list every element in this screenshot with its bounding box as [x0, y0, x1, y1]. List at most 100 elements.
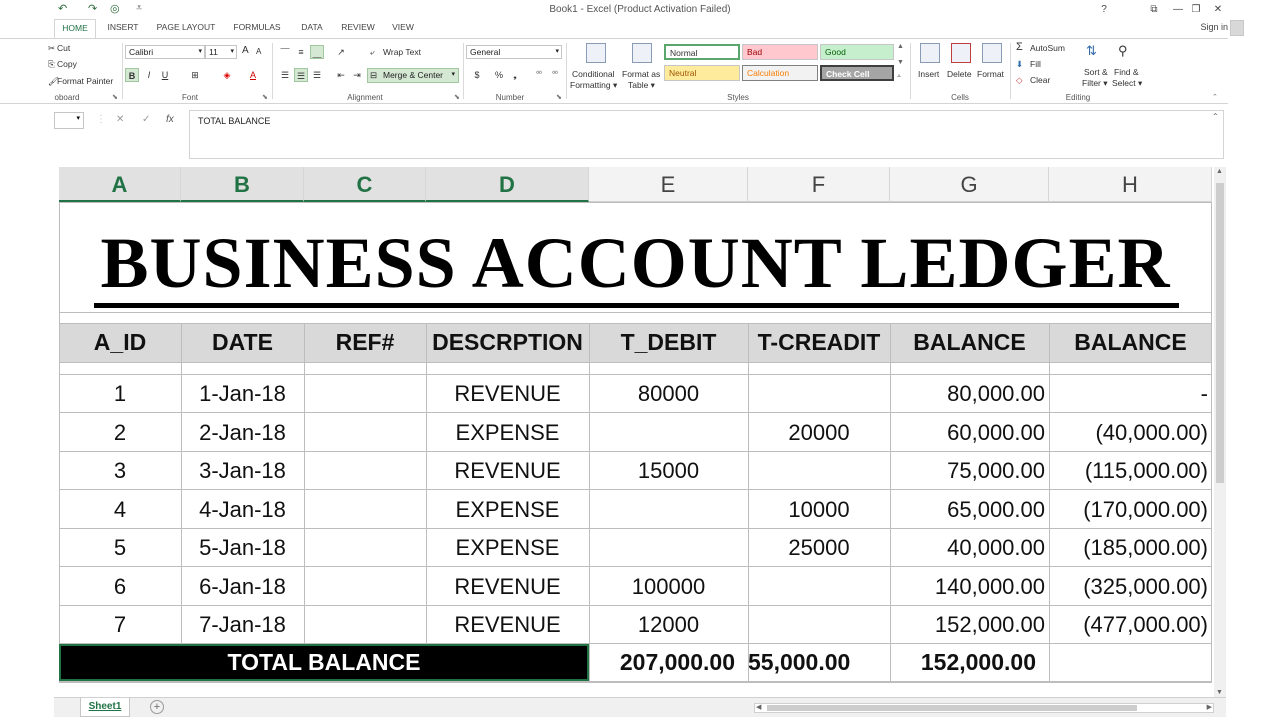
- insert-function-icon[interactable]: fx: [166, 114, 174, 125]
- total-balance[interactable]: 152,000.00: [890, 644, 1038, 681]
- tab-formulas[interactable]: FORMULAS: [228, 19, 286, 38]
- decrease-decimal-button[interactable]: ⁰⁰: [548, 68, 562, 82]
- cell-balance[interactable]: 80,000.00: [890, 375, 1049, 413]
- cell-balance2[interactable]: (40,000.00): [1049, 414, 1212, 452]
- cell-id[interactable]: 2: [59, 414, 181, 452]
- column-header-d[interactable]: D: [426, 167, 589, 202]
- vertical-scroll-thumb[interactable]: [1216, 183, 1224, 483]
- cell-credit[interactable]: 10000: [748, 491, 890, 529]
- cell-balance[interactable]: 140,000.00: [890, 568, 1049, 606]
- cell-balance2[interactable]: (325,000.00): [1049, 568, 1212, 606]
- borders-button[interactable]: ⊞: [188, 68, 202, 82]
- cell-balance2[interactable]: (170,000.00): [1049, 491, 1212, 529]
- cell-debit[interactable]: 80000: [589, 375, 748, 413]
- tab-data[interactable]: DATA: [294, 19, 330, 38]
- style-normal[interactable]: Normal: [664, 44, 740, 60]
- align-bottom-icon[interactable]: ⎽: [310, 45, 324, 59]
- cell-id[interactable]: 6: [59, 568, 181, 606]
- cell-credit[interactable]: 25000: [748, 529, 890, 567]
- vertical-scrollbar[interactable]: ▲ ▼: [1214, 167, 1226, 697]
- enter-icon[interactable]: ✓: [142, 114, 150, 125]
- cell-date[interactable]: 6-Jan-18: [181, 568, 304, 606]
- total-credit[interactable]: 55,000.00: [748, 644, 878, 681]
- number-format-select[interactable]: General ▾: [466, 45, 562, 59]
- cell-date[interactable]: 3-Jan-18: [181, 452, 304, 490]
- minimize-button[interactable]: —: [1168, 2, 1188, 18]
- cell-debit[interactable]: 100000: [589, 568, 748, 606]
- style-check-cell[interactable]: Check Cell: [820, 65, 894, 81]
- styles-scroll-up-icon[interactable]: ▲: [897, 43, 904, 50]
- cell-id[interactable]: 1: [59, 375, 181, 413]
- underline-button[interactable]: U: [158, 68, 172, 82]
- format-as-table-button-line2[interactable]: Table ▾: [628, 80, 655, 91]
- cell-desc[interactable]: REVENUE: [426, 568, 589, 606]
- column-header-f[interactable]: F: [748, 167, 890, 202]
- column-header-e[interactable]: E: [589, 167, 748, 202]
- ribbon-display-button[interactable]: ⧉: [1144, 2, 1164, 18]
- cell-debit[interactable]: [589, 529, 748, 567]
- cell-ref[interactable]: [304, 414, 426, 452]
- binoculars-icon[interactable]: ⚲: [1118, 43, 1128, 59]
- align-middle-icon[interactable]: ≡: [294, 45, 308, 59]
- fill-icon[interactable]: ⬇: [1016, 59, 1023, 70]
- tab-review[interactable]: REVIEW: [336, 19, 380, 38]
- sign-in-link[interactable]: Sign in: [1200, 22, 1228, 32]
- autosum-button[interactable]: AutoSum: [1030, 43, 1065, 53]
- conditional-formatting-button[interactable]: Conditional: [572, 69, 615, 79]
- collapse-ribbon-icon[interactable]: ⌃: [1212, 93, 1218, 101]
- decrease-indent-icon[interactable]: ⇤: [334, 68, 348, 82]
- cell-ref[interactable]: [304, 568, 426, 606]
- font-name-select[interactable]: Calibri ▾: [125, 45, 205, 59]
- style-bad[interactable]: Bad: [742, 44, 818, 60]
- copy-icon[interactable]: ⎘: [48, 59, 55, 70]
- orientation-icon[interactable]: ↗: [334, 45, 348, 59]
- percent-button[interactable]: %: [492, 68, 506, 82]
- cell-id[interactable]: 3: [59, 452, 181, 490]
- cell-desc[interactable]: EXPENSE: [426, 529, 589, 567]
- cell-balance2[interactable]: -: [1049, 375, 1212, 413]
- column-header-c[interactable]: C: [304, 167, 426, 202]
- cell-date[interactable]: 5-Jan-18: [181, 529, 304, 567]
- scroll-down-icon[interactable]: ▼: [1216, 689, 1223, 696]
- align-right-icon[interactable]: ☰: [310, 68, 324, 82]
- conditional-formatting-button-line2[interactable]: Formatting ▾: [570, 80, 617, 91]
- cell-id[interactable]: 4: [59, 491, 181, 529]
- conditional-formatting-icon[interactable]: [586, 43, 606, 63]
- cell-ref[interactable]: [304, 606, 426, 644]
- cell-balance[interactable]: 65,000.00: [890, 491, 1049, 529]
- comma-button[interactable]: ❟: [508, 68, 522, 82]
- header-cell-d[interactable]: DESCRPTION: [426, 323, 589, 362]
- cell-ref[interactable]: [304, 491, 426, 529]
- shrink-font-button[interactable]: A: [256, 47, 261, 56]
- cell-balance[interactable]: 152,000.00: [890, 606, 1049, 644]
- cancel-icon[interactable]: ✕: [116, 114, 124, 125]
- eraser-icon[interactable]: ◇: [1016, 75, 1023, 86]
- header-cell-f[interactable]: T-CREADIT: [748, 323, 890, 362]
- style-calculation[interactable]: Calculation: [742, 65, 818, 81]
- cell-debit[interactable]: [589, 491, 748, 529]
- wrap-text-icon[interactable]: ⤶: [370, 47, 375, 58]
- cut-button[interactable]: Cut: [57, 43, 70, 53]
- align-left-icon[interactable]: ☰: [278, 68, 292, 82]
- tab-view[interactable]: VIEW: [386, 19, 420, 38]
- cell-id[interactable]: 7: [59, 606, 181, 644]
- column-header-a[interactable]: A: [59, 167, 181, 202]
- alignment-launcher-icon[interactable]: ⬊: [454, 93, 460, 101]
- insert-cells-button[interactable]: Insert: [918, 69, 939, 79]
- close-button[interactable]: ✕: [1208, 2, 1228, 18]
- cell-balance[interactable]: 40,000.00: [890, 529, 1049, 567]
- currency-button[interactable]: $: [470, 68, 484, 82]
- total-balance-cell[interactable]: TOTAL BALANCE: [59, 644, 589, 681]
- cell-balance[interactable]: 60,000.00: [890, 414, 1049, 452]
- header-cell-a[interactable]: A_ID: [59, 323, 181, 362]
- format-cells-button[interactable]: Format: [977, 69, 1004, 79]
- ledger-title[interactable]: BUSINESS ACCOUNT LEDGER: [59, 222, 1212, 305]
- wrap-text-button[interactable]: Wrap Text: [383, 47, 421, 57]
- cell-balance2[interactable]: (185,000.00): [1049, 529, 1212, 567]
- style-neutral[interactable]: Neutral: [664, 65, 740, 81]
- increase-indent-icon[interactable]: ⇥: [350, 68, 364, 82]
- avatar[interactable]: [1230, 20, 1244, 36]
- name-box[interactable]: ▾: [54, 112, 84, 129]
- total-debit[interactable]: 207,000.00: [589, 644, 737, 681]
- delete-cells-icon[interactable]: [951, 43, 971, 63]
